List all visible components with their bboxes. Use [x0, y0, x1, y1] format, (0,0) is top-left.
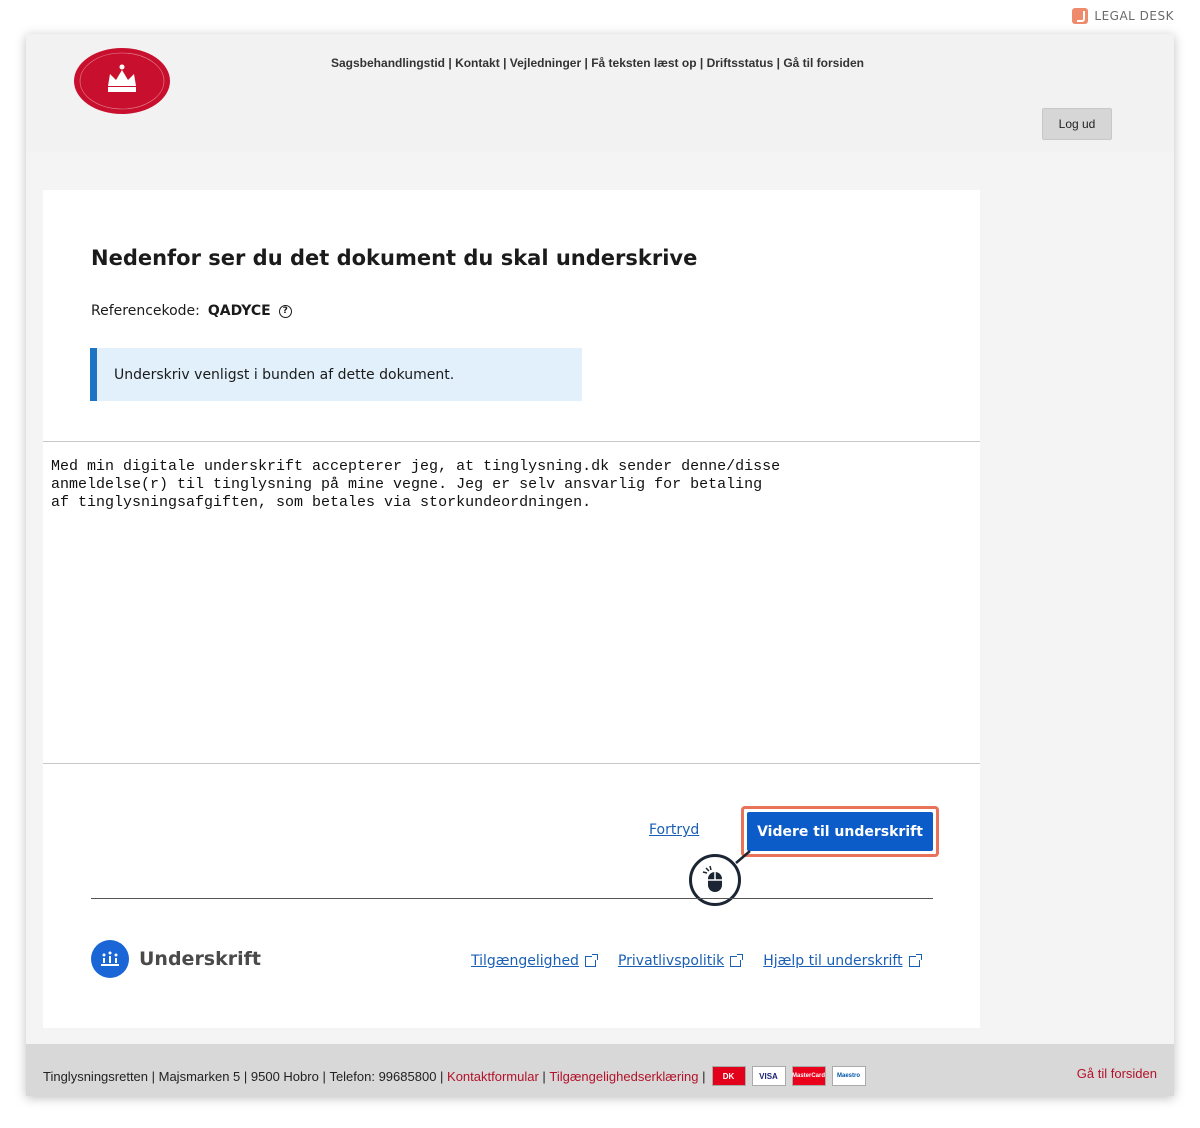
- document-card: Nedenfor ser du det dokument du skal und…: [43, 190, 980, 1028]
- sign-notice: Underskriv venligst i bunden af dette do…: [90, 348, 582, 401]
- nav-kontakt[interactable]: Kontakt: [455, 56, 500, 70]
- external-link-icon: [584, 953, 598, 967]
- external-link-icon: [730, 953, 744, 967]
- footer-phone: Telefon: 99685800: [329, 1068, 437, 1084]
- signature-logo-icon: [91, 940, 129, 978]
- external-link-icon: [908, 953, 922, 967]
- signature-help-link[interactable]: Hjælp til underskrift: [763, 953, 922, 969]
- court-logo-icon[interactable]: [72, 46, 172, 116]
- site-header: Sagsbehandlingstid | Kontakt | Vejlednin…: [26, 34, 1174, 152]
- pointer-connector: [735, 850, 751, 864]
- footer-court: Tinglysningsretten: [43, 1068, 149, 1084]
- reference-row: Referencekode: QADYCE ?: [91, 303, 292, 319]
- legal-desk-brand: LEGAL DESK: [1072, 8, 1174, 24]
- maestro-icon: Maestro: [831, 1066, 866, 1086]
- privacy-link[interactable]: Privatlivspolitik: [617, 953, 744, 969]
- accessibility-link-label: Tilgængelighed: [471, 953, 579, 969]
- legal-desk-logo-icon: [1072, 8, 1089, 24]
- footer-info: Tinglysningsretten | Majsmarken 5 | 9500…: [43, 1066, 866, 1086]
- payment-cards: DK VISA MasterCard Maestro: [711, 1066, 866, 1086]
- nav-vejledninger[interactable]: Vejledninger: [510, 56, 581, 70]
- signature-links: Tilgængelighed Privatlivspolitik Hjælp t…: [471, 953, 922, 969]
- reference-label: Referencekode:: [91, 303, 200, 319]
- dankort-icon: DK: [711, 1066, 746, 1086]
- signature-brand-name: Underskrift: [139, 948, 261, 970]
- footer-contact-form-link[interactable]: Kontaktformular: [447, 1069, 539, 1084]
- browser-window: Sagsbehandlingstid | Kontakt | Vejlednin…: [26, 34, 1174, 1096]
- cancel-link[interactable]: Fortryd: [649, 822, 699, 838]
- continue-to-signature-button[interactable]: Videre til underskrift: [747, 812, 933, 851]
- nav-home[interactable]: Gå til forsiden: [783, 56, 864, 70]
- footer-home-link[interactable]: Gå til forsiden: [1077, 1066, 1157, 1081]
- site-footer: Tinglysningsretten | Majsmarken 5 | 9500…: [26, 1044, 1174, 1096]
- footer-accessibility-link[interactable]: Tilgængelighedserklæring: [549, 1069, 698, 1084]
- top-navigation: Sagsbehandlingstid | Kontakt | Vejlednin…: [331, 56, 865, 70]
- privacy-link-label: Privatlivspolitik: [617, 953, 725, 969]
- document-viewer[interactable]: Med min digitale underskrift accepterer …: [43, 441, 980, 764]
- reference-code: QADYCE: [207, 303, 271, 319]
- nav-driftsstatus[interactable]: Driftsstatus: [707, 56, 774, 70]
- brand-label: LEGAL DESK: [1094, 9, 1174, 23]
- logout-button[interactable]: Log ud: [1042, 108, 1112, 140]
- signature-help-link-label: Hjælp til underskrift: [763, 953, 903, 969]
- document-text: Med min digitale underskrift accepterer …: [51, 458, 781, 511]
- nav-sagsbehandlingstid[interactable]: Sagsbehandlingstid: [331, 56, 445, 70]
- signature-brand: Underskrift: [91, 940, 261, 978]
- mastercard-icon: MasterCard: [791, 1066, 826, 1086]
- divider: [91, 898, 933, 899]
- accessibility-link[interactable]: Tilgængelighed: [471, 953, 598, 969]
- help-icon[interactable]: ?: [278, 304, 292, 318]
- footer-address: Majsmarken 5: [158, 1068, 241, 1084]
- visa-icon: VISA: [751, 1066, 786, 1086]
- nav-read-aloud[interactable]: Få teksten læst op: [591, 56, 696, 70]
- page-title: Nedenfor ser du det dokument du skal und…: [91, 246, 698, 270]
- footer-city: 9500 Hobro: [250, 1068, 319, 1084]
